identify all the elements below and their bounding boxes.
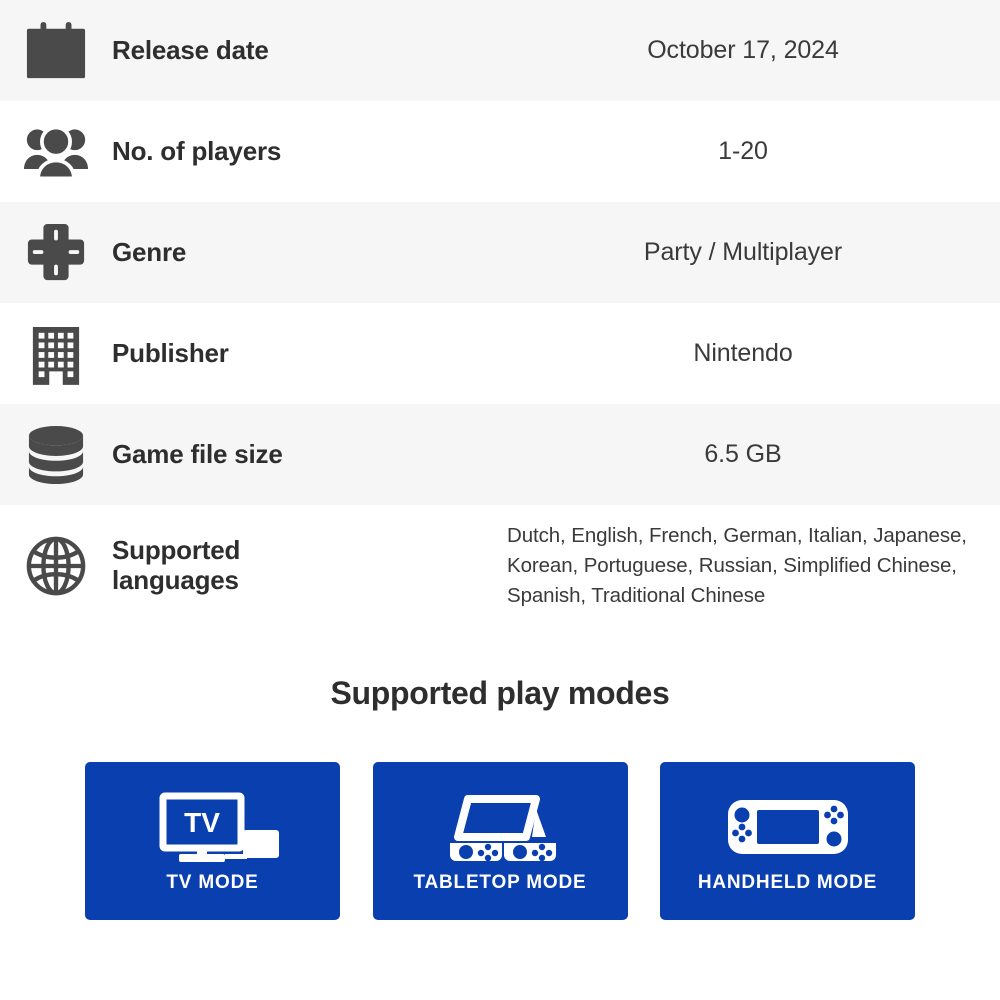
building-icon [22,320,90,388]
spec-row-right: Party / Multiplayer [500,238,1000,267]
spec-row-right: 1-20 [500,137,1000,166]
play-mode-label: HANDHELD MODE [697,872,878,893]
tabletop-mode-icon [440,786,560,868]
spec-row-left: No. of players [0,118,500,186]
spec-table: Release date October 17, 2024 No. of pla… [0,0,1000,627]
spec-row-label: Genre [112,236,187,267]
table-row: Publisher Nintendo [0,303,1000,404]
spec-row-left: Genre [0,219,500,287]
spec-row-left: Publisher [0,320,500,388]
calendar-icon [22,17,90,85]
players-icon [22,118,90,186]
spec-row-label: Release date [112,34,269,65]
play-mode-card-handheld[interactable]: HANDHELD MODE [660,762,915,920]
play-mode-card-tv[interactable]: TV TV MODE [85,762,340,920]
svg-text:TV: TV [184,807,220,838]
table-row: Genre Party / Multiplayer [0,202,1000,303]
spec-row-value: October 17, 2024 [647,36,839,64]
spec-row-label: Game file size [112,438,283,469]
spec-row-left: Game file size [0,421,500,489]
play-modes-card-list: TV TV MODE TABLETOP MODE HANDHELD MODE [85,762,915,920]
table-row: Game file size 6.5 GB [0,404,1000,505]
play-modes-title: Supported play modes [330,675,670,711]
spec-row-label: No. of players [112,135,282,166]
dpad-icon [22,219,90,287]
spec-row-value: 1-20 [718,137,768,165]
spec-row-right: 6.5 GB [500,440,1000,469]
table-row: No. of players 1-20 [0,101,1000,202]
spec-row-left: Supported languages [0,532,500,600]
supported-play-modes-section: Supported play modes TV TV MODE TABLETOP… [0,655,1000,920]
spec-row-right: Dutch, English, French, German, Italian,… [500,521,1000,611]
spec-row-left: Release date [0,17,500,85]
database-icon [22,421,90,489]
spec-row-label: Publisher [112,337,229,368]
handheld-mode-icon [724,786,852,868]
globe-icon [22,532,90,600]
spec-row-right: October 17, 2024 [500,36,1000,65]
spec-row-right: Nintendo [500,339,1000,368]
table-row: Release date October 17, 2024 [0,0,1000,101]
table-row: Supported languages Dutch, English, Frenc… [0,505,1000,627]
play-mode-card-tabletop[interactable]: TABLETOP MODE [372,762,628,920]
spec-row-label: Supported languages [112,535,241,595]
play-mode-label: TV MODE [166,872,259,893]
spec-row-value: Nintendo [693,339,793,367]
tv-mode-icon: TV [147,786,279,868]
game-details-panel: Release date October 17, 2024 No. of pla… [0,0,1000,1000]
play-mode-label: TABLETOP MODE [413,872,587,893]
supported-languages-value: Dutch, English, French, German, Italian,… [507,523,967,608]
spec-row-value: Party / Multiplayer [643,238,843,266]
spec-row-value: 6.5 GB [704,440,782,468]
